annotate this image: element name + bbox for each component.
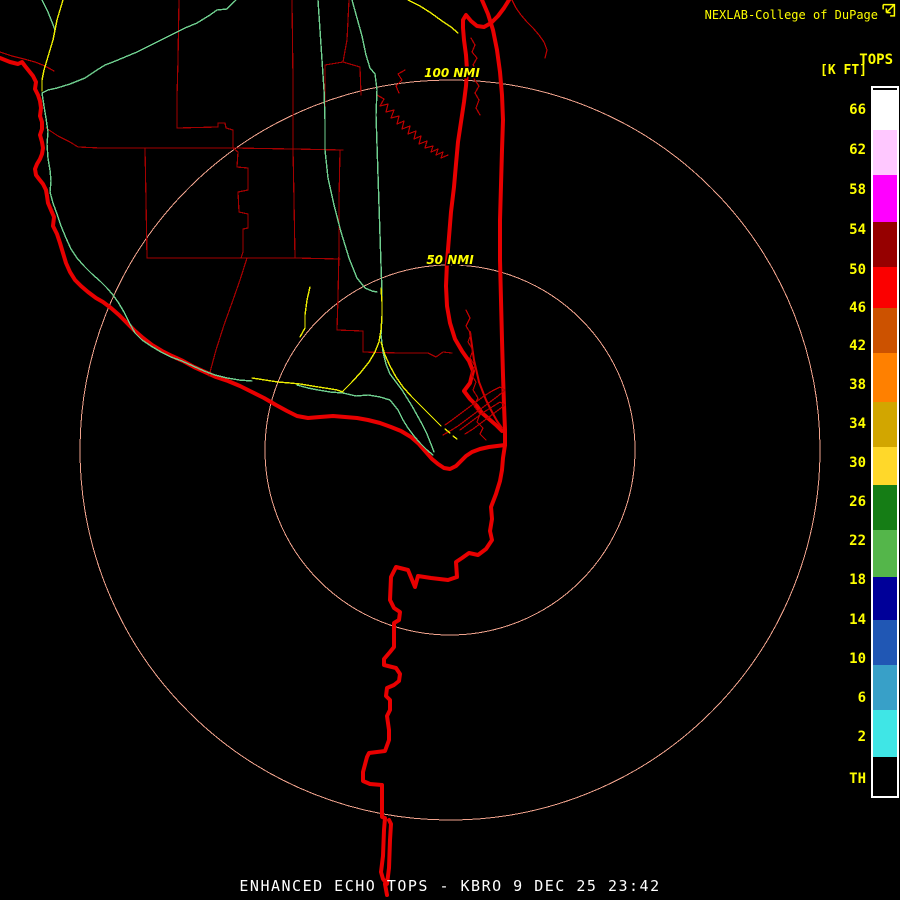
scale-band-26 xyxy=(873,530,897,577)
range-ring-labels: 100 NMI 50 NMI xyxy=(423,65,482,269)
county-lines-segment xyxy=(208,257,248,377)
scale-tick-label-62: 62 xyxy=(849,142,866,158)
county-lines-segment xyxy=(324,0,350,151)
scale-tick-label-38: 38 xyxy=(849,377,866,393)
range-ring-100-nmi xyxy=(79,79,821,821)
scale-band-14 xyxy=(873,665,897,710)
scale-tick-label-26: 26 xyxy=(849,494,866,510)
scale-tick-label-50: 50 xyxy=(849,262,866,278)
shore-detail-segment xyxy=(395,69,406,94)
scale-tick-label-58: 58 xyxy=(849,182,866,198)
scale-band-50 xyxy=(873,267,897,308)
scale-tick-label-22: 22 xyxy=(849,533,866,549)
map-overlays xyxy=(0,0,548,897)
shore-detail-segment xyxy=(376,94,449,159)
roads-yellow-main-segment xyxy=(41,0,64,92)
roads-green-segment xyxy=(351,0,435,453)
scale-tick-label-46: 46 xyxy=(849,300,866,316)
scale-tick-label-66: 66 xyxy=(849,102,866,118)
scale-tick-label-14: 14 xyxy=(849,612,866,628)
coastline-thick-segment xyxy=(480,0,507,447)
county-lines-segment xyxy=(45,127,344,151)
scale-tick-label-2: 2 xyxy=(857,729,866,745)
roads-green-segment xyxy=(41,0,56,31)
roads-green-segment xyxy=(41,0,237,94)
brand-text: NEXLAB-College of DuPage xyxy=(704,8,878,22)
range-rings xyxy=(79,79,821,821)
popout-icon xyxy=(882,3,896,17)
scale-units-label: [K FT] xyxy=(820,63,867,78)
scale-band-38 xyxy=(873,402,897,447)
roads-yellow-main-segment xyxy=(299,286,311,338)
scale-band-22 xyxy=(873,577,897,620)
color-scale-bar xyxy=(871,86,899,798)
scale-tick-label-54: 54 xyxy=(849,222,866,238)
scale-band-2 xyxy=(873,757,897,796)
roads-yellow-main-segment xyxy=(407,0,459,34)
scale-band-10 xyxy=(873,710,897,757)
scale-threshold-label: TH xyxy=(849,771,866,787)
scale-band-30 xyxy=(873,485,897,530)
scale-band-62 xyxy=(873,130,897,175)
scale-band-34 xyxy=(873,447,897,485)
roads-green-segment xyxy=(317,0,378,293)
scale-tick-label-10: 10 xyxy=(849,651,866,667)
county-lines-segment xyxy=(342,61,362,96)
range-ring-label-50-nmi: 50 NMI xyxy=(426,253,474,267)
county-lines xyxy=(45,0,453,377)
county-lines-segment xyxy=(144,147,148,259)
county-lines-segment xyxy=(176,0,180,129)
scale-band-58 xyxy=(873,175,897,222)
shore-detail-segment xyxy=(465,309,487,441)
radar-map: 100 NMI 50 NMI xyxy=(0,0,821,897)
product-caption: ENHANCED ECHO TOPS - KBRO 9 DEC 25 23:42 xyxy=(239,877,661,895)
county-lines-segment xyxy=(146,257,341,260)
county-lines-segment xyxy=(176,122,234,148)
county-lines-segment xyxy=(232,147,249,259)
scale-band-42 xyxy=(873,353,897,402)
scale-band-18 xyxy=(873,620,897,665)
county-lines-segment xyxy=(291,0,296,259)
shore-detail-segment xyxy=(511,0,548,59)
scale-band-66 xyxy=(873,90,897,130)
scale-tick-label-30: 30 xyxy=(849,455,866,471)
roads-yellow-main-segment xyxy=(452,435,458,440)
radar-display: 100 NMI 50 NMI NEXLAB-College of DuPage T… xyxy=(0,0,900,900)
scale-band-54 xyxy=(873,222,897,267)
scale-tick-label-34: 34 xyxy=(849,416,866,432)
scale-tick-label-18: 18 xyxy=(849,572,866,588)
scale-tick-label-42: 42 xyxy=(849,338,866,354)
scale-band-46 xyxy=(873,308,897,353)
scale-tick-label-6: 6 xyxy=(857,690,866,706)
range-ring-label-100-nmi: 100 NMI xyxy=(424,66,480,80)
